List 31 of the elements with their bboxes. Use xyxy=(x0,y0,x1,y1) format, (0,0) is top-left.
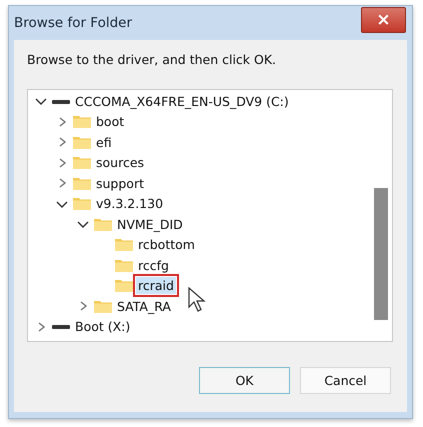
folder-icon xyxy=(94,300,112,313)
collapse-chevron-icon[interactable] xyxy=(55,198,69,209)
ok-button[interactable]: OK xyxy=(199,367,290,394)
mouse-cursor-icon xyxy=(188,287,208,313)
folder-icon xyxy=(73,115,91,128)
tree-item[interactable]: rcbottom xyxy=(136,236,197,254)
folder-icon xyxy=(115,238,133,252)
folder-icon xyxy=(115,279,133,292)
tree-item[interactable]: Boot (X:) xyxy=(73,318,132,336)
folder-icon xyxy=(73,176,91,190)
tree-item[interactable]: sources xyxy=(94,154,146,172)
window-title: Browse for Folder xyxy=(14,15,132,31)
tree-item[interactable]: rccfg xyxy=(136,256,171,274)
tree-item[interactable]: NVME_DID xyxy=(115,216,185,233)
folder-icon xyxy=(73,197,91,210)
folder-icon xyxy=(94,218,112,231)
tree-item[interactable]: rcraid xyxy=(136,277,176,294)
collapse-chevron-icon[interactable] xyxy=(34,96,48,106)
tree-item[interactable]: support xyxy=(94,174,146,192)
cancel-button[interactable]: Cancel xyxy=(300,367,391,394)
tree-item[interactable]: boot xyxy=(94,113,126,130)
tree-item[interactable]: efi xyxy=(94,134,114,151)
folder-icon xyxy=(115,258,133,272)
tree-item[interactable]: CCCOMA_X64FRE_EN-US_DV9 (C:) xyxy=(73,92,291,110)
collapse-chevron-icon[interactable] xyxy=(76,219,90,230)
tree-item[interactable]: SATA_RA xyxy=(115,298,173,315)
folder-icon xyxy=(73,136,91,149)
instruction-text: Browse to the driver, and then click OK. xyxy=(27,52,278,67)
folder-icon xyxy=(73,156,91,170)
close-button[interactable]: × xyxy=(361,7,406,33)
tree-item[interactable]: v9.3.2.130 xyxy=(94,195,166,212)
